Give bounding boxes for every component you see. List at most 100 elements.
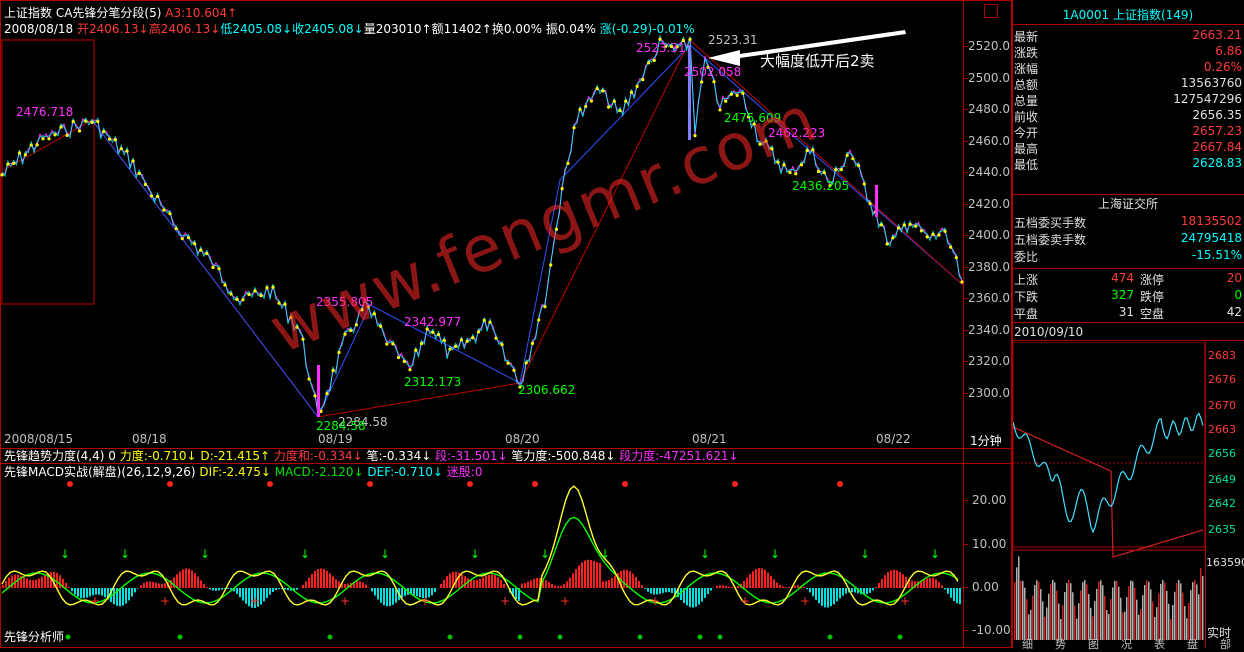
period-label[interactable]: 1分钟 <box>970 434 1002 448</box>
macd-axis-tick <box>964 630 968 631</box>
price-dot <box>500 343 503 346</box>
macd-histogram-bar <box>302 585 304 588</box>
time-axis-label: 2008/08/15 <box>4 432 73 446</box>
mini-volume-bar <box>1194 580 1196 640</box>
price-dot <box>108 138 111 141</box>
macd-histogram-bar <box>830 588 832 606</box>
breadth-label: 上涨 <box>1014 271 1038 288</box>
macd-histogram-bar <box>326 571 328 588</box>
macd-histogram-bar <box>536 578 538 588</box>
macd-histogram-bar <box>329 573 331 588</box>
price-dot <box>162 208 165 211</box>
macd-histogram-bar <box>356 581 358 588</box>
footer-label: 先锋分析师 <box>4 630 64 644</box>
macd-histogram-bar <box>944 588 946 589</box>
mini-volume-bar <box>1146 580 1148 640</box>
mini-volume-bar <box>1104 596 1106 640</box>
price-axis-label: 2360.0 <box>968 291 1010 305</box>
macd-histogram-bar <box>176 574 178 588</box>
extra-value: 迷殷:0 <box>447 465 483 479</box>
macd-histogram-bar <box>275 588 277 590</box>
macd-histogram-bar <box>719 585 721 588</box>
intraday-mini-chart[interactable] <box>1013 342 1205 642</box>
price-label: 2502.058 <box>684 65 741 79</box>
signal-dot-green <box>638 635 643 640</box>
quote-row: 涨幅0.26% <box>1012 60 1244 76</box>
macd-histogram-bar <box>296 588 298 590</box>
macd-histogram-bar <box>206 587 208 588</box>
signal-dot-green <box>828 635 833 640</box>
price-dot <box>120 147 123 150</box>
mini-volume-bar <box>1032 596 1034 640</box>
bottom-tab[interactable]: 势 <box>1055 638 1066 652</box>
price-dot <box>955 256 958 259</box>
macd-histogram-bar <box>956 588 958 603</box>
price-dot <box>718 108 721 111</box>
bottom-tab[interactable]: 盘 <box>1187 638 1198 652</box>
mini-volume-bar <box>1198 594 1200 640</box>
price-dot <box>460 338 463 341</box>
bottom-tab[interactable]: 况 <box>1121 638 1132 652</box>
mini-volume-bar <box>1086 584 1088 640</box>
price-axis-tick <box>964 141 968 142</box>
macd-histogram-bar <box>638 581 640 588</box>
mini-axis-label: 2635 <box>1208 523 1236 537</box>
sell-marker: ↓ <box>930 547 940 561</box>
mini-volume-bar <box>1052 580 1054 640</box>
price-dot <box>823 171 826 174</box>
bottom-tab[interactable]: 表 <box>1154 638 1165 652</box>
price-dot <box>265 286 268 289</box>
order-value: 18135502 <box>1181 214 1242 228</box>
signal-dot-green <box>178 635 183 640</box>
macd-histogram-bar <box>797 585 799 588</box>
breadth-row: 上涨474涨停20 <box>1012 271 1244 287</box>
quote-row: 最新2663.21 <box>1012 28 1244 44</box>
price-axis-label: 2460.0 <box>968 134 1010 148</box>
macd-histogram-bar <box>773 579 775 588</box>
price-dot <box>223 283 226 286</box>
macd-histogram-bar <box>500 580 502 588</box>
macd-histogram-bar <box>371 588 373 591</box>
mini-volume-bar <box>1060 619 1062 640</box>
mini-volume-bar <box>1176 583 1178 640</box>
mini-axis-label: 2670 <box>1208 399 1236 413</box>
signal-dot-green <box>66 635 71 640</box>
macd-histogram-bar <box>761 568 763 588</box>
macd-histogram-bar <box>44 575 46 588</box>
price-dot <box>253 289 256 292</box>
macd-histogram-bar <box>140 585 142 588</box>
mini-volume-max: 163590 <box>1206 556 1244 570</box>
price-axis-label: 2320.0 <box>968 354 1010 368</box>
price-dot <box>483 319 486 322</box>
macd-histogram-bar <box>803 587 805 588</box>
price-axis-label: 2340.0 <box>968 323 1010 337</box>
price-dot <box>613 100 616 103</box>
mini-volume-bar <box>1016 567 1018 640</box>
macd-histogram-bar <box>155 583 157 588</box>
quote-label: 涨跌 <box>1014 44 1038 61</box>
macd-histogram-bar <box>695 588 697 607</box>
macd-histogram-bar <box>443 580 445 588</box>
macd-histogram-bar <box>266 588 268 598</box>
macd-subchart[interactable]: ↓+↓+↓+↓+↓+↓+↓+↓+↓+↓+↓+↓ <box>0 480 964 648</box>
price-dot <box>414 349 417 352</box>
macd-histogram-bar <box>80 588 82 598</box>
macd-histogram-bar <box>521 584 523 588</box>
price-dot <box>408 368 411 371</box>
macd-histogram-bar <box>125 588 127 604</box>
bottom-tab[interactable]: 细 <box>1022 638 1033 652</box>
panel-divider <box>1012 268 1244 269</box>
signal-dot-green <box>718 635 723 640</box>
price-dot <box>647 61 650 64</box>
quote-row: 最低2628.83 <box>1012 156 1244 172</box>
mini-axis-label: 2683 <box>1208 349 1236 363</box>
macd-histogram-bar <box>263 588 265 601</box>
mini-volume-bar <box>1020 581 1022 640</box>
macd-histogram-bar <box>209 588 211 589</box>
macd-histogram-bar <box>86 588 88 598</box>
signal-dot-red <box>267 481 273 487</box>
bottom-tab[interactable]: 部 <box>1220 638 1231 652</box>
mini-volume-bar <box>1156 607 1158 640</box>
macd-histogram-bar <box>938 582 940 588</box>
bottom-tab[interactable]: 图 <box>1088 638 1099 652</box>
